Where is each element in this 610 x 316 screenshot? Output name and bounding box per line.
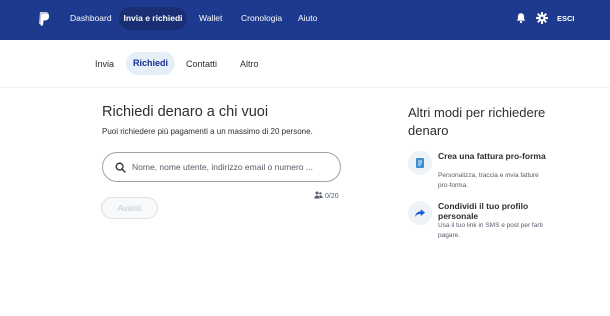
page-title: Richiedi denaro a chi vuoi [102, 104, 269, 120]
recipient-counter-value: 0/20 [325, 193, 339, 200]
tab-invia[interactable]: Invia [95, 59, 114, 69]
logout-button[interactable]: ESCI [557, 14, 575, 23]
people-icon [314, 191, 323, 199]
recipient-search-field[interactable] [102, 152, 341, 182]
nav-aiuto[interactable]: Aiuto [298, 13, 317, 23]
recipient-counter: 0/20 [314, 191, 339, 200]
tab-richiedi[interactable]: Richiedi [126, 52, 175, 75]
create-invoice-link[interactable]: Crea una fattura pro-forma [438, 151, 548, 161]
other-ways-title: Altri modi per richiedere denaro [408, 105, 546, 138]
tab-altro[interactable]: Altro [240, 59, 259, 69]
sub-navigation: Invia Contatti Altro [0, 40, 610, 88]
share-icon [415, 209, 425, 218]
tab-contatti[interactable]: Contatti [186, 59, 217, 69]
create-invoice-description: Personalizza, traccia e invia fatture pr… [438, 172, 539, 189]
top-navigation-bar: Dashboard Invia e richiedi Wallet Cronol… [0, 0, 610, 40]
bell-icon[interactable] [515, 12, 527, 24]
paypal-logo-icon[interactable] [37, 11, 51, 27]
tab-richiedi-label: Richiedi [132, 58, 168, 68]
create-invoice-icon-wrapper[interactable] [408, 151, 432, 175]
next-button[interactable]: Avanti [101, 197, 158, 219]
nav-cronologia[interactable]: Cronologia [241, 13, 282, 23]
search-icon [115, 162, 126, 173]
nav-invia-e-richiedi[interactable]: Invia e richiedi [119, 7, 187, 30]
share-profile-link[interactable]: Condividi il tuo profilo personale [438, 201, 548, 221]
page-subtitle: Puoi richiedere più pagamenti a un massi… [102, 127, 313, 136]
share-profile-icon-wrapper[interactable] [408, 201, 432, 225]
nav-invia-e-richiedi-label: Invia e richiedi [123, 13, 183, 23]
gear-icon[interactable] [536, 12, 548, 24]
share-profile-description: Usa il tuo link in SMS e post per farti … [438, 222, 543, 239]
nav-dashboard[interactable]: Dashboard [70, 13, 112, 23]
recipient-search-input[interactable] [132, 153, 332, 181]
invoice-icon [416, 158, 424, 168]
nav-wallet[interactable]: Wallet [199, 13, 222, 23]
